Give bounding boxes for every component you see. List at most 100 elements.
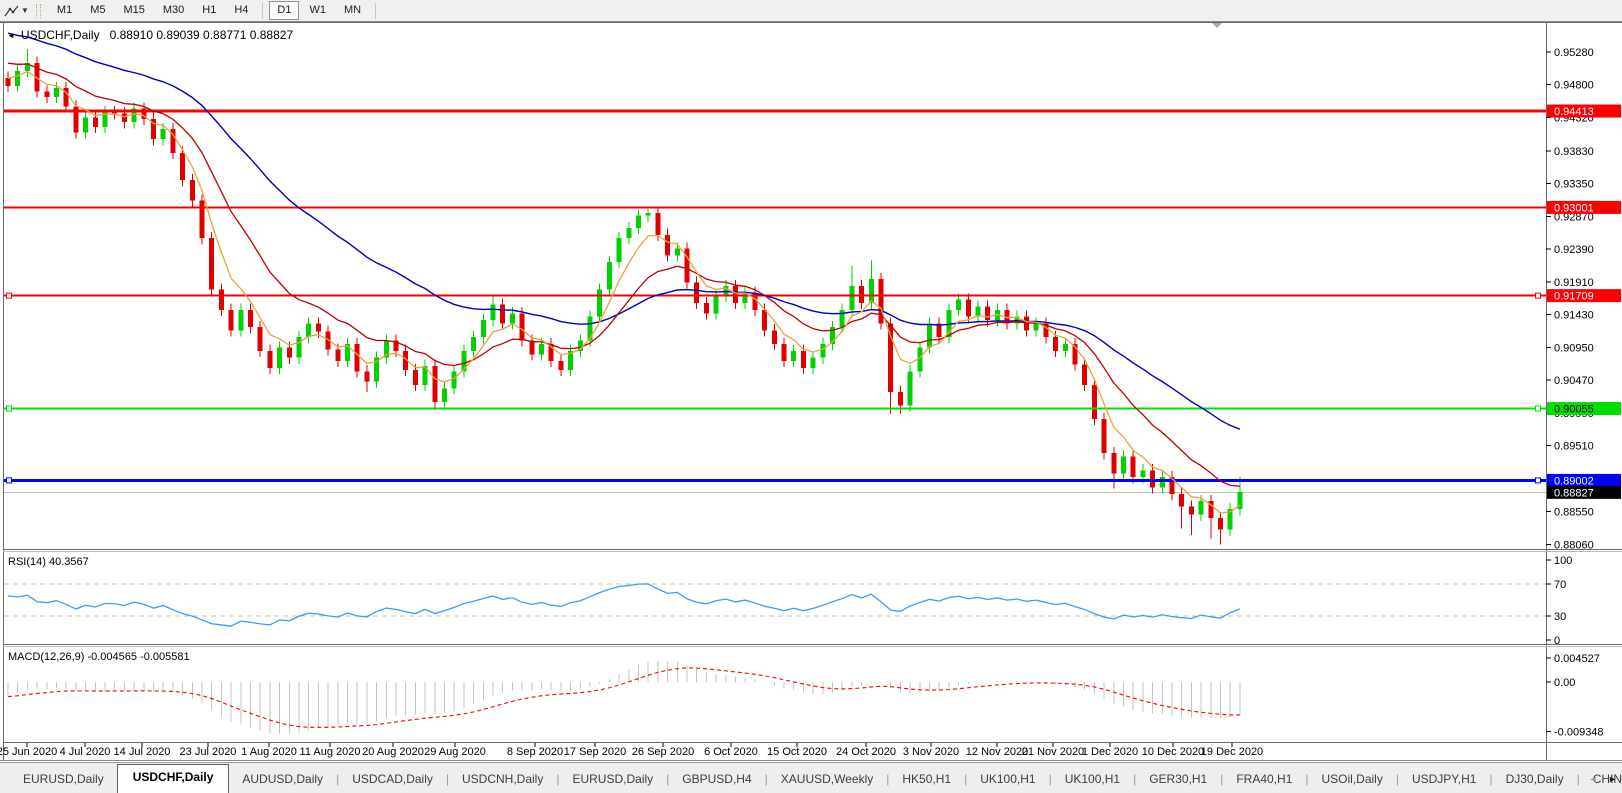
tf-button-w1[interactable]: W1: [301, 1, 334, 20]
panel-frames: [0, 23, 1622, 761]
rsi-tick-label: 70: [1554, 579, 1566, 591]
timeframe-buttons: M1M5M15M30H1H4 D1W1MN: [48, 1, 381, 20]
chart-tab-bar: EURUSD,DailyUSDCHF,DailyAUDUSD,Daily|USD…: [0, 762, 1622, 793]
date-tick-label: 12 Nov 2020: [966, 746, 1028, 758]
date-tick-label: 8 Sep 2020: [507, 746, 563, 758]
tab-audusd-daily[interactable]: AUDUSD,Daily: [229, 767, 336, 793]
macd-label: MACD(12,26,9) -0.004565 -0.005581: [8, 651, 190, 663]
rsi-tick-label: 100: [1554, 555, 1572, 567]
tab-usdjpy-h1[interactable]: USDJPY,H1: [1399, 767, 1489, 793]
macd-tick-label: -0.009348: [1554, 727, 1604, 739]
date-tick-label: 23 Jul 2020: [180, 746, 237, 758]
price-tick-label: 0.90950: [1554, 342, 1594, 354]
tab-scroll-left-icon[interactable]: ◄: [1589, 774, 1598, 784]
date-tick-label: 11 Aug 2020: [300, 746, 361, 758]
tab-uk100-h1[interactable]: UK100,H1: [967, 767, 1048, 793]
current-price-label: 0.88827: [1554, 487, 1594, 499]
tf-button-h1[interactable]: H1: [194, 1, 224, 20]
chart-title: ◄ USDCHF,Daily 0.88910 0.89039 0.88771 0…: [7, 28, 293, 42]
date-tick-label: 29 Aug 2020: [424, 746, 486, 758]
date-tick-label: 10 Dec 2020: [1142, 746, 1204, 758]
date-tick-label: 6 Oct 2020: [704, 746, 758, 758]
line-studies-icon[interactable]: [3, 3, 21, 19]
macd-tick-label: 0.004527: [1554, 653, 1600, 665]
tf-button-mn[interactable]: MN: [336, 1, 369, 20]
toolbar-separator: [262, 3, 263, 19]
tab-eurusd-daily[interactable]: EURUSD,Daily: [10, 767, 117, 793]
price-tick-label: 0.93350: [1554, 179, 1594, 191]
price-tick-label: 0.91430: [1554, 310, 1594, 322]
tf-button-m15[interactable]: M15: [115, 1, 152, 20]
level-price-label: 0.90055: [1554, 404, 1594, 416]
tf-button-m1[interactable]: M1: [49, 1, 80, 20]
date-tick-label: 15 Oct 2020: [767, 746, 827, 758]
date-tick-label: 19 Dec 2020: [1201, 746, 1263, 758]
ma-medium-line: [8, 63, 1240, 486]
ohlc-values: 0.88910 0.89039 0.88771 0.88827: [110, 28, 294, 42]
date-tick-label: 1 Dec 2020: [1082, 746, 1138, 758]
date-tick-label: 3 Nov 2020: [903, 746, 959, 758]
date-tick-label: 26 Sep 2020: [632, 746, 694, 758]
toolbar: ▼ M1M5M15M30H1H4 D1W1MN: [0, 0, 1622, 22]
level-price-label: 0.93001: [1554, 202, 1594, 214]
price-tick-label: 0.88060: [1554, 540, 1594, 552]
tf-button-d1[interactable]: D1: [269, 1, 299, 20]
tab-dj30-daily[interactable]: DJ30,Daily: [1493, 767, 1577, 793]
toolbar-separator: [375, 3, 376, 19]
tab-ger30-h1[interactable]: GER30,H1: [1136, 767, 1220, 793]
rsi-panel[interactable]: 100 70 30 0: [4, 555, 1572, 647]
date-tick-label: 21 Nov 2020: [1022, 746, 1084, 758]
tf-button-m5[interactable]: M5: [82, 1, 113, 20]
price-tick-label: 0.91910: [1554, 277, 1594, 289]
rsi-tick-label: 0: [1554, 635, 1560, 647]
tab-usdcad-daily[interactable]: USDCAD,Daily: [339, 767, 446, 793]
time-axis[interactable]: 25 Jun 20204 Jul 202014 Jul 2020 23 Jul 2…: [0, 743, 1263, 758]
tab-scroll-arrows: ◄ ►: [1581, 774, 1617, 784]
price-tick-label: 0.89510: [1554, 441, 1594, 453]
rsi-line: [8, 584, 1240, 626]
price-tick-label: 0.94800: [1554, 80, 1594, 92]
tab-xauusd-weekly[interactable]: XAUUSD,Weekly: [768, 767, 886, 793]
level-price-label: 0.94413: [1554, 106, 1594, 118]
tab-hk50-h1[interactable]: HK50,H1: [889, 767, 964, 793]
date-tick-label: 17 Sep 2020: [564, 746, 626, 758]
tab-gbpusd-h4[interactable]: GBPUSD,H4: [669, 767, 764, 793]
tab-usdcnh-daily[interactable]: USDCNH,Daily: [449, 767, 556, 793]
rsi-tick-label: 30: [1554, 611, 1566, 623]
toolbar-grip[interactable]: [36, 4, 41, 18]
dropdown-caret-icon[interactable]: ▼: [21, 6, 29, 15]
tf-button-m30[interactable]: M30: [155, 1, 192, 20]
candles-layer: [6, 49, 1243, 545]
date-tick-label: 24 Oct 2020: [836, 746, 896, 758]
price-tick-label: 0.93830: [1554, 146, 1594, 158]
macd-histogram: [8, 661, 1240, 734]
tab-uk100-h1[interactable]: UK100,H1: [1052, 767, 1133, 793]
date-tick-label: 20 Aug 2020: [362, 746, 424, 758]
rsi-label: RSI(14) 40.3567: [8, 556, 89, 568]
date-tick-label: 14 Jul 2020: [114, 746, 171, 758]
ma-fast-line: [8, 71, 1240, 513]
tab-scroll-right-icon[interactable]: ►: [1608, 774, 1617, 784]
tf-button-h4[interactable]: H4: [226, 1, 256, 20]
macd-tick-label: 0.00: [1554, 677, 1575, 689]
tab-usdchf-daily[interactable]: USDCHF,Daily: [117, 764, 230, 793]
scroll-end-marker-icon: [1212, 23, 1222, 28]
mt4-window: ▼ M1M5M15M30H1H4D1W1MN 0.952800.948000.9…: [0, 0, 1622, 793]
tab-eurusd-daily[interactable]: EURUSD,Daily: [559, 767, 666, 793]
price-tick-label: 0.95280: [1554, 47, 1594, 59]
sr-lines[interactable]: [4, 111, 1546, 483]
level-price-label: 0.91709: [1554, 291, 1594, 303]
chart-canvas[interactable]: 0.952800.948000.943200.938300.933500.928…: [0, 0, 1622, 793]
macd-panel[interactable]: 0.004527 0.00 -0.009348: [1546, 653, 1604, 739]
tab-usoil-daily[interactable]: USOil,Daily: [1309, 767, 1396, 793]
date-tick-label: 4 Jul 2020: [60, 746, 111, 758]
price-tick-label: 0.90470: [1554, 375, 1594, 387]
price-tick-label: 0.92390: [1554, 244, 1594, 256]
date-tick-label: 25 Jun 2020: [0, 746, 57, 758]
date-tick-label: 1 Aug 2020: [241, 746, 297, 758]
price-tick-label: 0.88550: [1554, 506, 1594, 518]
tab-fra40-h1[interactable]: FRA40,H1: [1223, 767, 1305, 793]
level-price-label: 0.89002: [1554, 475, 1594, 487]
symbol-title: USDCHF,Daily: [21, 28, 100, 42]
ma-slow-line: [8, 33, 1240, 429]
